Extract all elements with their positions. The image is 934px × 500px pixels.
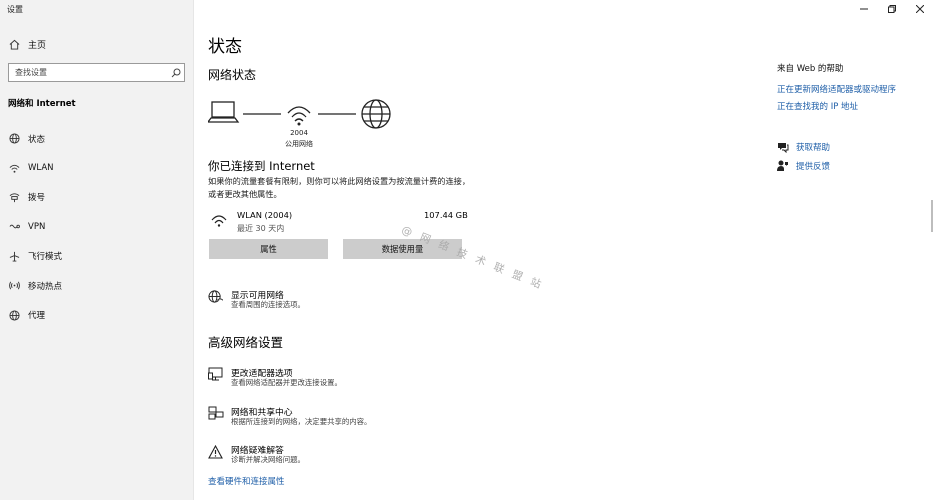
- feedback-person-icon: [777, 160, 789, 172]
- scrollbar-thumb[interactable]: [931, 200, 933, 232]
- connection-name: WLAN (2004): [237, 210, 293, 220]
- show-networks-desc: 查看周围的连接选项。: [231, 300, 305, 309]
- wifi-connection-icon: [211, 212, 227, 232]
- home-nav-item[interactable]: 主页: [8, 38, 46, 51]
- sharing-center-desc: 根据所连接到的网络，决定要共享的内容。: [231, 417, 372, 426]
- search-box[interactable]: [8, 63, 185, 82]
- change-adapter-item[interactable]: 更改适配器选项 查看网络适配器并更改连接设置。: [208, 366, 508, 390]
- get-help-link[interactable]: 获取帮助: [777, 140, 830, 154]
- proxy-globe-icon: [8, 309, 20, 321]
- sidebar-item-vpn[interactable]: VPN: [0, 212, 194, 241]
- main-content: 状态 网络状态 2004 公用网络 你已连接到 Internet 如果你的流量套…: [208, 0, 748, 500]
- help-panel: 来自 Web 的帮助 正在更新网络适配器或驱动程序 正在查找我的 IP 地址 获…: [777, 0, 927, 500]
- sidebar-item-label: 飞行模式: [28, 252, 63, 263]
- home-label: 主页: [28, 41, 47, 51]
- feedback-label: 提供反馈: [796, 162, 831, 172]
- sidebar-item-label: 状态: [28, 134, 46, 145]
- globe-icon: [8, 133, 20, 145]
- home-icon: [8, 39, 20, 51]
- sidebar-item-label: VPN: [28, 221, 46, 232]
- page-title: 状态: [208, 37, 242, 57]
- sidebar-item-label: 移动热点: [28, 281, 63, 292]
- section-title: 网络和 Internet: [8, 99, 76, 109]
- help-title: 来自 Web 的帮助: [777, 64, 844, 74]
- search-icon[interactable]: [168, 65, 184, 81]
- wifi-icon: [8, 162, 20, 174]
- show-networks-item[interactable]: 显示可用网络 查看周围的连接选项。: [208, 288, 508, 312]
- feedback-link[interactable]: 提供反馈: [777, 159, 830, 173]
- troubleshoot-desc: 诊断并解决网络问题。: [231, 455, 305, 464]
- hardware-properties-link[interactable]: 查看硬件和连接属性: [208, 475, 285, 487]
- help-link-adapter-driver[interactable]: 正在更新网络适配器或驱动程序: [777, 83, 896, 95]
- connected-title: 你已连接到 Internet: [208, 159, 315, 173]
- sidebar-item-proxy[interactable]: 代理: [0, 300, 194, 329]
- sidebar-item-label: 代理: [28, 311, 46, 322]
- network-status-title: 网络状态: [208, 68, 257, 82]
- sidebar-item-label: 拨号: [28, 193, 46, 204]
- dialup-icon: [8, 191, 20, 203]
- connection-row: WLAN (2004) 最近 30 天内 107.44 GB: [208, 208, 468, 234]
- network-type: 公用网络: [285, 140, 313, 148]
- sidebar-item-hotspot[interactable]: 移动热点: [0, 271, 194, 300]
- show-networks-icon: [208, 289, 224, 305]
- troubleshoot-item[interactable]: 网络疑难解答 诊断并解决网络问题。: [208, 443, 508, 467]
- network-name: 2004: [290, 129, 308, 137]
- sidebar-item-dialup[interactable]: 拨号: [0, 183, 194, 212]
- change-adapter-desc: 查看网络适配器并更改连接设置。: [231, 378, 342, 387]
- get-help-label: 获取帮助: [796, 143, 831, 153]
- internet-globe-icon: [361, 99, 391, 129]
- sidebar-nav: 状态 WLAN 拨号 VPN 飞行模式 移动热点 代理: [0, 124, 194, 330]
- properties-button[interactable]: 属性: [209, 239, 328, 259]
- network-diagram: 2004 公用网络: [208, 96, 398, 152]
- sidebar-item-wlan[interactable]: WLAN: [0, 153, 194, 182]
- help-link-ip-address[interactable]: 正在查找我的 IP 地址: [777, 100, 858, 112]
- sidebar-item-airplane[interactable]: 飞行模式: [0, 242, 194, 271]
- app-title: 设置: [7, 5, 23, 14]
- connection-usage: 107.44 GB: [424, 210, 468, 220]
- connected-description: 如果你的流量套餐有限制，则你可以将此网络设置为按流量计费的连接，或者更改其他属性…: [208, 176, 471, 199]
- vpn-icon: [8, 221, 20, 233]
- warning-icon: [208, 444, 224, 460]
- sidebar-item-status[interactable]: 状态: [0, 124, 194, 153]
- airplane-icon: [8, 250, 20, 262]
- sidebar-item-label: WLAN: [28, 163, 54, 174]
- help-chat-icon: [777, 141, 789, 153]
- advanced-settings-title: 高级网络设置: [208, 335, 284, 350]
- settings-window: 设置 主页 网络和 Internet 状态: [0, 0, 934, 500]
- laptop-icon: [208, 101, 240, 123]
- sidebar: 设置 主页 网络和 Internet 状态: [0, 0, 194, 500]
- connection-time: 最近 30 天内: [237, 224, 285, 233]
- wifi-signal-icon: [287, 106, 311, 126]
- search-input[interactable]: [9, 68, 168, 77]
- sharing-center-item[interactable]: 网络和共享中心 根据所连接到的网络，决定要共享的内容。: [208, 405, 508, 429]
- sharing-center-icon: [208, 406, 224, 422]
- adapter-icon: [208, 367, 224, 383]
- hotspot-icon: [8, 280, 20, 292]
